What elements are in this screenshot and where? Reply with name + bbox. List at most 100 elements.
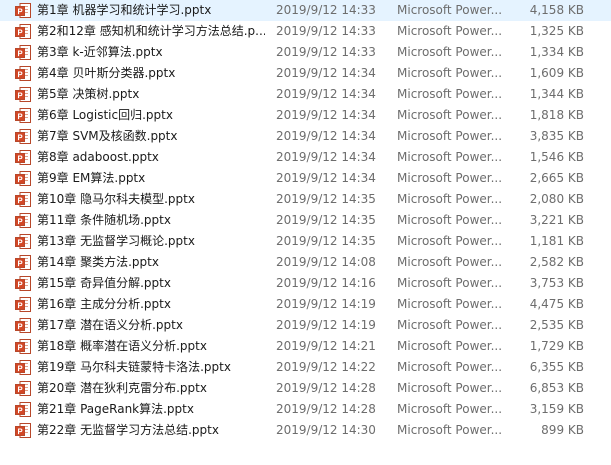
file-type: Microsoft Power... — [397, 24, 503, 38]
file-row[interactable]: 第15章 奇异值分解.pptx 2019/9/12 14:16 Microsof… — [0, 273, 611, 294]
file-row[interactable]: 第22章 无监督学习方法总结.pptx 2019/9/12 14:30 Micr… — [0, 420, 611, 441]
powerpoint-file-icon — [15, 87, 31, 102]
file-size: 1,344 KB — [529, 87, 584, 101]
file-name[interactable]: 第9章 EM算法.pptx — [37, 168, 265, 189]
file-row[interactable]: 第9章 EM算法.pptx 2019/9/12 14:34 Microsoft … — [0, 168, 611, 189]
file-type: Microsoft Power... — [397, 276, 503, 290]
file-size: 1,325 KB — [529, 24, 584, 38]
file-name[interactable]: 第14章 聚类方法.pptx — [37, 252, 265, 273]
file-size: 6,853 KB — [529, 381, 584, 395]
file-type: Microsoft Power... — [397, 66, 503, 80]
file-row[interactable]: 第8章 adaboost.pptx 2019/9/12 14:34 Micros… — [0, 147, 611, 168]
file-name[interactable]: 第21章 PageRank算法.pptx — [37, 399, 265, 420]
file-row[interactable]: 第5章 决策树.pptx 2019/9/12 14:34 Microsoft P… — [0, 84, 611, 105]
file-row[interactable]: 第7章 SVM及核函数.pptx 2019/9/12 14:34 Microso… — [0, 126, 611, 147]
file-name[interactable]: 第4章 贝叶斯分类器.pptx — [37, 63, 265, 84]
file-size: 2,535 KB — [529, 318, 584, 332]
file-modified-date: 2019/9/12 14:35 — [276, 192, 376, 206]
file-list: 第1章 机器学习和统计学习.pptx 2019/9/12 14:33 Micro… — [0, 0, 611, 441]
powerpoint-file-icon — [15, 276, 31, 291]
file-modified-date: 2019/9/12 14:34 — [276, 129, 376, 143]
file-modified-date: 2019/9/12 14:21 — [276, 339, 376, 353]
file-size: 3,753 KB — [529, 276, 584, 290]
file-name[interactable]: 第16章 主成分分析.pptx — [37, 294, 265, 315]
file-row[interactable]: 第3章 k-近邻算法.pptx 2019/9/12 14:33 Microsof… — [0, 42, 611, 63]
powerpoint-file-icon — [15, 108, 31, 123]
file-modified-date: 2019/9/12 14:35 — [276, 234, 376, 248]
file-type: Microsoft Power... — [397, 45, 503, 59]
file-modified-date: 2019/9/12 14:22 — [276, 360, 376, 374]
file-type: Microsoft Power... — [397, 129, 503, 143]
powerpoint-file-icon — [15, 192, 31, 207]
file-name[interactable]: 第7章 SVM及核函数.pptx — [37, 126, 265, 147]
file-size: 1,818 KB — [529, 108, 584, 122]
file-row[interactable]: 第14章 聚类方法.pptx 2019/9/12 14:08 Microsoft… — [0, 252, 611, 273]
powerpoint-file-icon — [15, 255, 31, 270]
file-type: Microsoft Power... — [397, 402, 503, 416]
file-type: Microsoft Power... — [397, 339, 503, 353]
powerpoint-file-icon — [15, 423, 31, 438]
powerpoint-file-icon — [15, 213, 31, 228]
file-name[interactable]: 第20章 潜在狄利克雷分布.pptx — [37, 378, 265, 399]
powerpoint-file-icon — [15, 24, 31, 39]
file-row[interactable]: 第2和12章 感知机和统计学习方法总结.p... 2019/9/12 14:33… — [0, 21, 611, 42]
file-modified-date: 2019/9/12 14:35 — [276, 213, 376, 227]
file-size: 1,181 KB — [529, 234, 584, 248]
file-row[interactable]: 第17章 潜在语义分析.pptx 2019/9/12 14:19 Microso… — [0, 315, 611, 336]
file-modified-date: 2019/9/12 14:33 — [276, 45, 376, 59]
powerpoint-file-icon — [15, 129, 31, 144]
file-row[interactable]: 第10章 隐马尔科夫模型.pptx 2019/9/12 14:35 Micros… — [0, 189, 611, 210]
powerpoint-file-icon — [15, 339, 31, 354]
file-row[interactable]: 第16章 主成分分析.pptx 2019/9/12 14:19 Microsof… — [0, 294, 611, 315]
file-name[interactable]: 第17章 潜在语义分析.pptx — [37, 315, 265, 336]
file-type: Microsoft Power... — [397, 87, 503, 101]
file-name[interactable]: 第15章 奇异值分解.pptx — [37, 273, 265, 294]
file-row[interactable]: 第21章 PageRank算法.pptx 2019/9/12 14:28 Mic… — [0, 399, 611, 420]
file-row[interactable]: 第6章 Logistic回归.pptx 2019/9/12 14:34 Micr… — [0, 105, 611, 126]
file-type: Microsoft Power... — [397, 213, 503, 227]
file-name[interactable]: 第13章 无监督学习概论.pptx — [37, 231, 265, 252]
file-row[interactable]: 第11章 条件随机场.pptx 2019/9/12 14:35 Microsof… — [0, 210, 611, 231]
file-size: 1,729 KB — [529, 339, 584, 353]
file-size: 1,546 KB — [529, 150, 584, 164]
file-size: 6,355 KB — [529, 360, 584, 374]
file-name[interactable]: 第1章 机器学习和统计学习.pptx — [37, 0, 265, 21]
file-modified-date: 2019/9/12 14:28 — [276, 402, 376, 416]
file-row[interactable]: 第18章 概率潜在语义分析.pptx 2019/9/12 14:21 Micro… — [0, 336, 611, 357]
file-modified-date: 2019/9/12 14:34 — [276, 108, 376, 122]
file-name[interactable]: 第3章 k-近邻算法.pptx — [37, 42, 265, 63]
file-name[interactable]: 第2和12章 感知机和统计学习方法总结.p... — [37, 21, 265, 42]
file-size: 2,080 KB — [529, 192, 584, 206]
file-modified-date: 2019/9/12 14:34 — [276, 66, 376, 80]
file-type: Microsoft Power... — [397, 255, 503, 269]
file-modified-date: 2019/9/12 14:28 — [276, 381, 376, 395]
file-size: 3,221 KB — [529, 213, 584, 227]
file-modified-date: 2019/9/12 14:33 — [276, 3, 376, 17]
file-name[interactable]: 第19章 马尔科夫链蒙特卡洛法.pptx — [37, 357, 265, 378]
file-row[interactable]: 第4章 贝叶斯分类器.pptx 2019/9/12 14:34 Microsof… — [0, 63, 611, 84]
file-size: 4,158 KB — [529, 3, 584, 17]
file-size: 4,475 KB — [529, 297, 584, 311]
file-row[interactable]: 第13章 无监督学习概论.pptx 2019/9/12 14:35 Micros… — [0, 231, 611, 252]
file-row[interactable]: 第19章 马尔科夫链蒙特卡洛法.pptx 2019/9/12 14:22 Mic… — [0, 357, 611, 378]
file-modified-date: 2019/9/12 14:08 — [276, 255, 376, 269]
file-row[interactable]: 第20章 潜在狄利克雷分布.pptx 2019/9/12 14:28 Micro… — [0, 378, 611, 399]
powerpoint-file-icon — [15, 360, 31, 375]
file-name[interactable]: 第6章 Logistic回归.pptx — [37, 105, 265, 126]
powerpoint-file-icon — [15, 234, 31, 249]
file-type: Microsoft Power... — [397, 192, 503, 206]
powerpoint-file-icon — [15, 66, 31, 81]
file-name[interactable]: 第8章 adaboost.pptx — [37, 147, 265, 168]
file-name[interactable]: 第22章 无监督学习方法总结.pptx — [37, 420, 265, 441]
file-name[interactable]: 第11章 条件随机场.pptx — [37, 210, 265, 231]
file-type: Microsoft Power... — [397, 297, 503, 311]
file-size: 3,159 KB — [529, 402, 584, 416]
file-name[interactable]: 第18章 概率潜在语义分析.pptx — [37, 336, 265, 357]
file-name[interactable]: 第5章 决策树.pptx — [37, 84, 265, 105]
file-type: Microsoft Power... — [397, 234, 503, 248]
file-size: 2,665 KB — [529, 171, 584, 185]
file-name[interactable]: 第10章 隐马尔科夫模型.pptx — [37, 189, 265, 210]
file-row[interactable]: 第1章 机器学习和统计学习.pptx 2019/9/12 14:33 Micro… — [0, 0, 611, 21]
powerpoint-file-icon — [15, 402, 31, 417]
file-modified-date: 2019/9/12 14:30 — [276, 423, 376, 437]
